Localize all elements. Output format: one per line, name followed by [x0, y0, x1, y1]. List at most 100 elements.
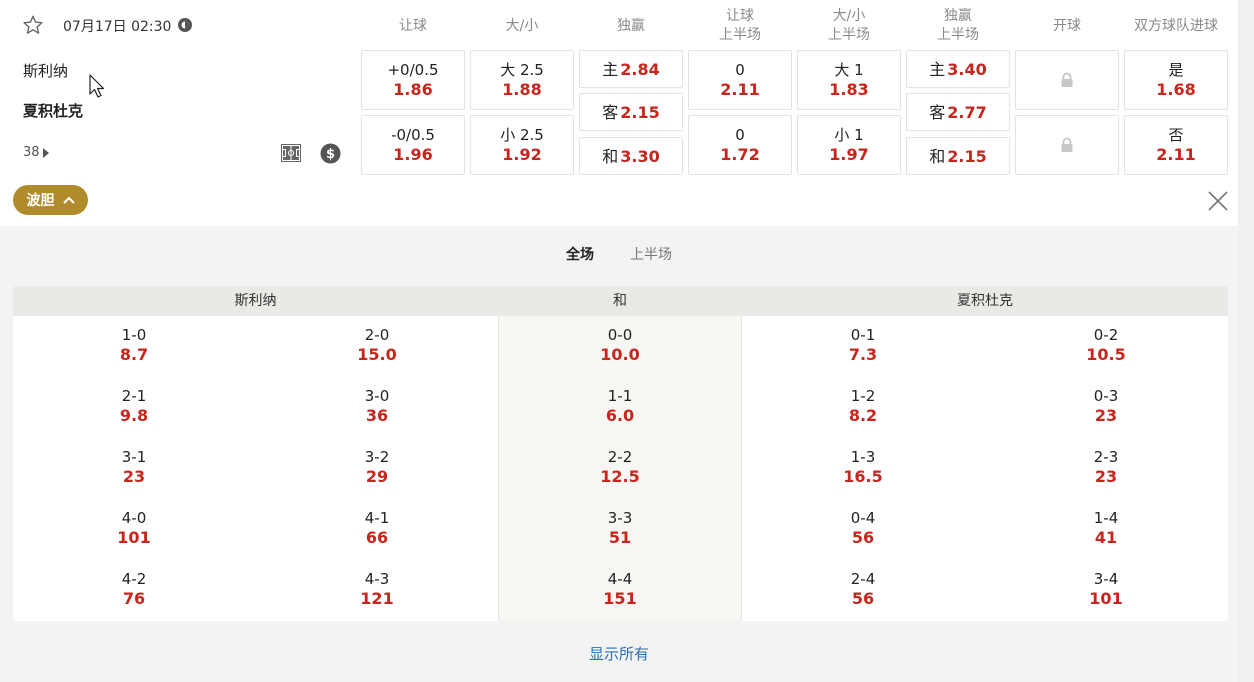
col-handicap: 让球: [399, 17, 427, 34]
score-label: 3-3: [607, 509, 633, 527]
odds-cell-handicap-home[interactable]: +0/0.5 1.86: [361, 50, 465, 110]
score-odd: 6.0: [605, 406, 635, 425]
header-draw: 和: [613, 293, 627, 309]
correct-score-cell[interactable]: 3-3 51: [560, 509, 680, 547]
score-odd: 16.5: [843, 467, 883, 486]
score-label: 4-2: [121, 570, 147, 588]
score-label: 3-1: [121, 448, 147, 466]
score-label: 2-4: [850, 570, 876, 588]
correct-score-table: 斯利纳 和 夏积杜克 1-0 8.7 2-0 15.0 0-0 10.0 0-1 7.3 0-2…: [13, 286, 1228, 621]
show-all-link[interactable]: 显示所有: [0, 643, 1238, 664]
lock-icon: [1061, 72, 1073, 87]
score-odd: 8.7: [119, 345, 149, 364]
odds-cell-ml-away[interactable]: 客 2.15: [579, 93, 683, 131]
score-odd: 66: [365, 528, 389, 547]
score-odd: 36: [365, 406, 389, 425]
score-odd: 23: [1094, 467, 1118, 486]
correct-score-cell[interactable]: 3-4 101: [1046, 570, 1166, 608]
correct-score-cell[interactable]: 2-4 56: [803, 570, 923, 608]
score-label: 4-1: [364, 509, 390, 527]
score-odd: 10.0: [600, 345, 640, 364]
correct-score-label: 波胆: [26, 193, 55, 209]
odds-cell-ml-home[interactable]: 主 2.84: [579, 50, 683, 88]
score-label: 2-0: [364, 326, 390, 344]
correct-score-cell[interactable]: 3-0 36: [317, 387, 437, 425]
odds-cell-kickoff-home-locked: [1015, 50, 1119, 110]
page: 07月17日 02:30 斯利纳 夏积杜克 38 $ 让球 大/小 独赢 让球上…: [0, 0, 1254, 682]
score-odd: 15.0: [357, 345, 397, 364]
odds-cell-handicap-1h-home[interactable]: 0 2.11: [688, 50, 792, 110]
correct-score-cell[interactable]: 4-2 76: [74, 570, 194, 608]
star-icon[interactable]: [22, 14, 44, 36]
odds-cell-ml-draw[interactable]: 和 3.30: [579, 137, 683, 175]
odds-cell-btts-no[interactable]: 否 2.11: [1124, 115, 1228, 175]
col-handicap-1h: 让球 上半场: [719, 8, 761, 43]
correct-score-cell[interactable]: 1-3 16.5: [803, 448, 923, 486]
score-label: 1-1: [607, 387, 633, 405]
odds-cell-under-1h[interactable]: 小 1 1.97: [797, 115, 901, 175]
score-label: 2-2: [607, 448, 633, 466]
score-label: 3-0: [364, 387, 390, 405]
correct-score-cell[interactable]: 2-0 15.0: [317, 326, 437, 364]
correct-score-cell[interactable]: 1-0 8.7: [74, 326, 194, 364]
correct-score-cell[interactable]: 4-1 66: [317, 509, 437, 547]
correct-score-cell[interactable]: 4-4 151: [560, 570, 680, 608]
correct-score-cell[interactable]: 1-2 8.2: [803, 387, 923, 425]
score-label: 4-0: [121, 509, 147, 527]
correct-score-cell[interactable]: 0-2 10.5: [1046, 326, 1166, 364]
score-odd: 41: [1094, 528, 1118, 547]
score-odd: 23: [1094, 406, 1118, 425]
score-odd: 9.8: [119, 406, 149, 425]
score-odd: 29: [365, 467, 389, 486]
score-label: 4-4: [607, 570, 633, 588]
correct-score-cell[interactable]: 4-3 121: [317, 570, 437, 608]
correct-score-cell[interactable]: 0-0 10.0: [560, 326, 680, 364]
score-odd: 101: [1089, 589, 1123, 608]
score-label: 2-3: [1093, 448, 1119, 466]
correct-score-cell[interactable]: 3-2 29: [317, 448, 437, 486]
score-label: 1-3: [850, 448, 876, 466]
correct-score-cell[interactable]: 0-4 56: [803, 509, 923, 547]
tab-first-half[interactable]: 上半场: [630, 244, 672, 264]
away-team-name: 夏积杜克: [23, 102, 84, 120]
odds-cell-ml-1h-draw[interactable]: 和 2.15: [906, 137, 1010, 175]
odds-cell-ml-1h-away[interactable]: 客 2.77: [906, 93, 1010, 131]
correct-score-cell[interactable]: 0-1 7.3: [803, 326, 923, 364]
correct-score-toggle[interactable]: 波胆: [13, 185, 88, 215]
live-icon[interactable]: [177, 17, 193, 33]
score-odd: 101: [117, 528, 151, 547]
close-icon[interactable]: [1206, 189, 1230, 213]
odds-cell-under[interactable]: 小 2.5 1.92: [470, 115, 574, 175]
score-label: 0-4: [850, 509, 876, 527]
score-label: 0-0: [607, 326, 633, 344]
score-odd: 23: [122, 467, 146, 486]
correct-score-cell[interactable]: 0-3 23: [1046, 387, 1166, 425]
correct-score-cell[interactable]: 2-3 23: [1046, 448, 1166, 486]
odds-cell-handicap-1h-away[interactable]: 0 1.72: [688, 115, 792, 175]
odds-cell-btts-yes[interactable]: 是 1.68: [1124, 50, 1228, 110]
dollar-icon[interactable]: $: [320, 143, 341, 164]
score-odd: 76: [122, 589, 146, 608]
more-markets-link[interactable]: 38: [23, 145, 49, 160]
score-label: 1-4: [1093, 509, 1119, 527]
lock-icon: [1061, 137, 1073, 152]
odds-cell-handicap-away[interactable]: -0/0.5 1.96: [361, 115, 465, 175]
score-odd: 10.5: [1086, 345, 1126, 364]
triangle-right-icon: [42, 147, 49, 158]
correct-score-cell[interactable]: 3-1 23: [74, 448, 194, 486]
correct-score-cell[interactable]: 2-2 12.5: [560, 448, 680, 486]
odds-cell-over[interactable]: 大 2.5 1.88: [470, 50, 574, 110]
odds-cell-over-1h[interactable]: 大 1 1.83: [797, 50, 901, 110]
col-ou-1h: 大/小 上半场: [828, 8, 870, 43]
correct-score-cell[interactable]: 4-0 101: [74, 509, 194, 547]
correct-score-cell[interactable]: 2-1 9.8: [74, 387, 194, 425]
more-markets-count: 38: [23, 145, 40, 160]
correct-score-cell[interactable]: 1-1 6.0: [560, 387, 680, 425]
col-btts: 双方球队进球: [1134, 17, 1218, 34]
pitch-icon[interactable]: [280, 143, 302, 163]
score-label: 0-2: [1093, 326, 1119, 344]
odds-cell-ml-1h-home[interactable]: 主 3.40: [906, 50, 1010, 88]
tab-full-time[interactable]: 全场: [566, 244, 594, 264]
correct-score-cell[interactable]: 1-4 41: [1046, 509, 1166, 547]
score-label: 3-4: [1093, 570, 1119, 588]
